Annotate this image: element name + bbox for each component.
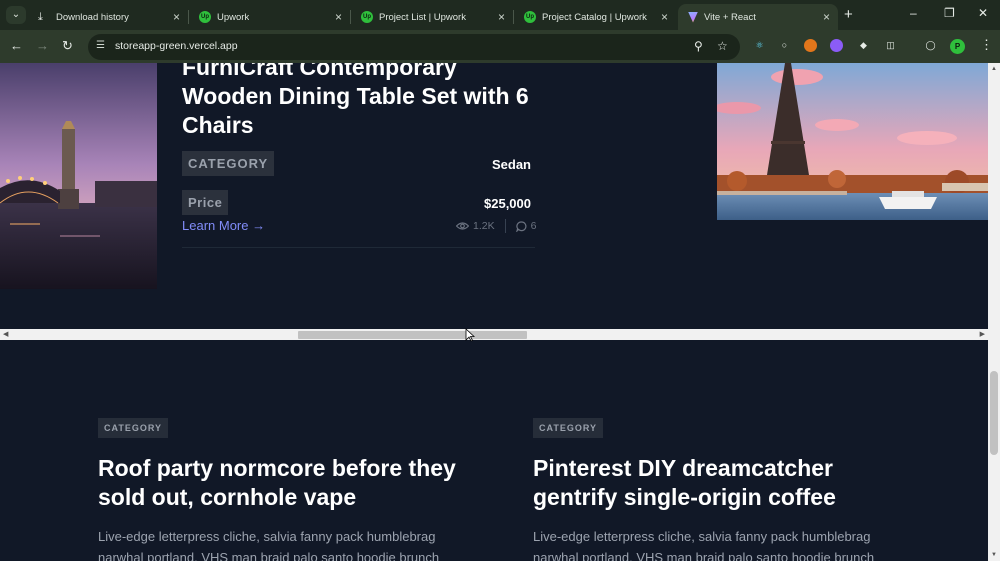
product-title: FurniCraft Contemporary Wooden Dining Ta… xyxy=(182,63,529,138)
scroll-down-arrow-icon[interactable]: ▼ xyxy=(991,552,997,558)
category-value: Sedan xyxy=(491,157,531,172)
profile-avatar[interactable]: P xyxy=(950,39,965,54)
extension-icon[interactable] xyxy=(830,39,843,52)
minimize-icon[interactable]: – xyxy=(910,6,917,20)
product-image xyxy=(0,63,157,289)
comment-icon xyxy=(515,220,527,232)
close-tab-icon[interactable]: × xyxy=(173,10,180,24)
scroll-right-arrow-icon[interactable]: ▶ xyxy=(980,330,985,338)
browser-toolbar: ← → ↻ ☰ storeapp-green.vercel.app ⚲ ☆ ⚛ … xyxy=(0,30,1000,63)
tab-vite-react[interactable]: Vite + React × xyxy=(678,4,838,30)
vertical-scrollbar[interactable]: ▲ ▼ xyxy=(988,63,1000,561)
comments-count: 6 xyxy=(530,220,537,232)
views-count: 1.2K xyxy=(473,220,495,232)
stats-divider xyxy=(504,219,506,233)
product-image xyxy=(717,63,988,220)
download-icon: ⤓ xyxy=(38,10,43,23)
zoom-icon[interactable]: ⚲ xyxy=(694,39,703,53)
vertical-scroll-thumb[interactable] xyxy=(990,371,998,455)
site-info-icon[interactable]: ☰ xyxy=(96,40,105,51)
price-badge: Price xyxy=(182,190,229,215)
upwork-icon: Up xyxy=(361,11,373,23)
post-excerpt: Live-edge letterpress cliche, salvia fan… xyxy=(533,529,875,561)
tab-label: Download history xyxy=(56,11,129,23)
scroll-left-arrow-icon[interactable]: ◀ xyxy=(3,330,8,338)
blog-post-card: CATEGORY Roof party normcore before they… xyxy=(98,418,458,561)
new-tab-icon[interactable]: + xyxy=(844,6,853,23)
arrow-right-icon: → xyxy=(252,218,266,233)
tab-download-history[interactable]: ⤓ Download history × xyxy=(28,4,188,30)
post-category-badge: CATEGORY xyxy=(533,418,604,438)
vite-icon xyxy=(688,11,698,23)
tab-search-button[interactable]: ⌄ xyxy=(6,6,26,24)
post-title[interactable]: Roof party normcore before they sold out… xyxy=(98,454,458,512)
tab-project-list[interactable]: Up Project List | Upwork × xyxy=(351,4,513,30)
tab-strip: ⌄ ⤓ Download history × Up Upwork × Up Pr… xyxy=(0,0,1000,30)
react-devtools-icon[interactable]: ⚛ xyxy=(753,39,766,52)
window-close-icon[interactable]: ✕ xyxy=(978,6,988,20)
reload-icon[interactable]: ↻ xyxy=(62,38,73,54)
extension-icon[interactable]: ○ xyxy=(778,39,791,52)
upwork-icon: Up xyxy=(199,11,211,23)
card-stats: 1.2K 6 xyxy=(456,219,536,233)
eye-icon xyxy=(456,222,469,230)
extension-icon[interactable]: ◯ xyxy=(924,39,937,52)
card-divider xyxy=(182,247,535,248)
menu-icon[interactable]: ⋮ xyxy=(980,37,993,53)
learn-more-link[interactable]: Learn More → xyxy=(182,218,265,233)
close-tab-icon[interactable]: × xyxy=(661,10,668,24)
post-excerpt: Live-edge letterpress cliche, salvia fan… xyxy=(98,529,440,561)
url-text[interactable]: storeapp-green.vercel.app xyxy=(115,40,238,52)
address-bar[interactable]: ☰ storeapp-green.vercel.app ⚲ ☆ xyxy=(88,34,740,60)
upwork-icon: Up xyxy=(524,11,536,23)
close-tab-icon[interactable]: × xyxy=(335,10,342,24)
scroll-up-arrow-icon[interactable]: ▲ xyxy=(991,66,997,72)
bookmark-star-icon[interactable]: ☆ xyxy=(717,39,728,53)
forward-icon[interactable]: → xyxy=(36,38,49,53)
product-scroll-row: FurniCraft Contemporary Wooden Dining Ta… xyxy=(0,63,988,329)
learn-more-label: Learn More xyxy=(182,218,249,233)
metamask-icon[interactable] xyxy=(804,39,817,52)
close-tab-icon[interactable]: × xyxy=(823,10,830,24)
extensions-puzzle-icon[interactable]: ◫ xyxy=(884,39,897,52)
extension-icon[interactable]: ◆ xyxy=(857,39,870,52)
category-badge: CATEGORY xyxy=(182,151,275,176)
tab-label: Vite + React xyxy=(704,11,756,23)
price-value: $25,000 xyxy=(484,196,531,211)
horizontal-scrollbar[interactable]: ◀ ▶ xyxy=(0,329,988,340)
back-icon[interactable]: ← xyxy=(10,38,23,53)
restore-icon[interactable]: ❐ xyxy=(944,6,955,20)
tab-label: Project List | Upwork xyxy=(379,11,466,23)
close-tab-icon[interactable]: × xyxy=(498,10,505,24)
mouse-cursor-icon xyxy=(465,328,475,342)
blog-post-card: CATEGORY Pinterest DIY dreamcatcher gent… xyxy=(533,418,893,561)
tab-label: Upwork xyxy=(217,11,250,23)
horizontal-scroll-thumb[interactable] xyxy=(298,331,527,339)
tab-label: Project Catalog | Upwork xyxy=(542,11,647,23)
post-title[interactable]: Pinterest DIY dreamcatcher gentrify sing… xyxy=(533,454,893,512)
post-category-badge: CATEGORY xyxy=(98,418,169,438)
tab-project-catalog[interactable]: Up Project Catalog | Upwork × xyxy=(514,4,676,30)
tab-upwork[interactable]: Up Upwork × xyxy=(189,4,350,30)
page-viewport: FurniCraft Contemporary Wooden Dining Ta… xyxy=(0,63,988,561)
